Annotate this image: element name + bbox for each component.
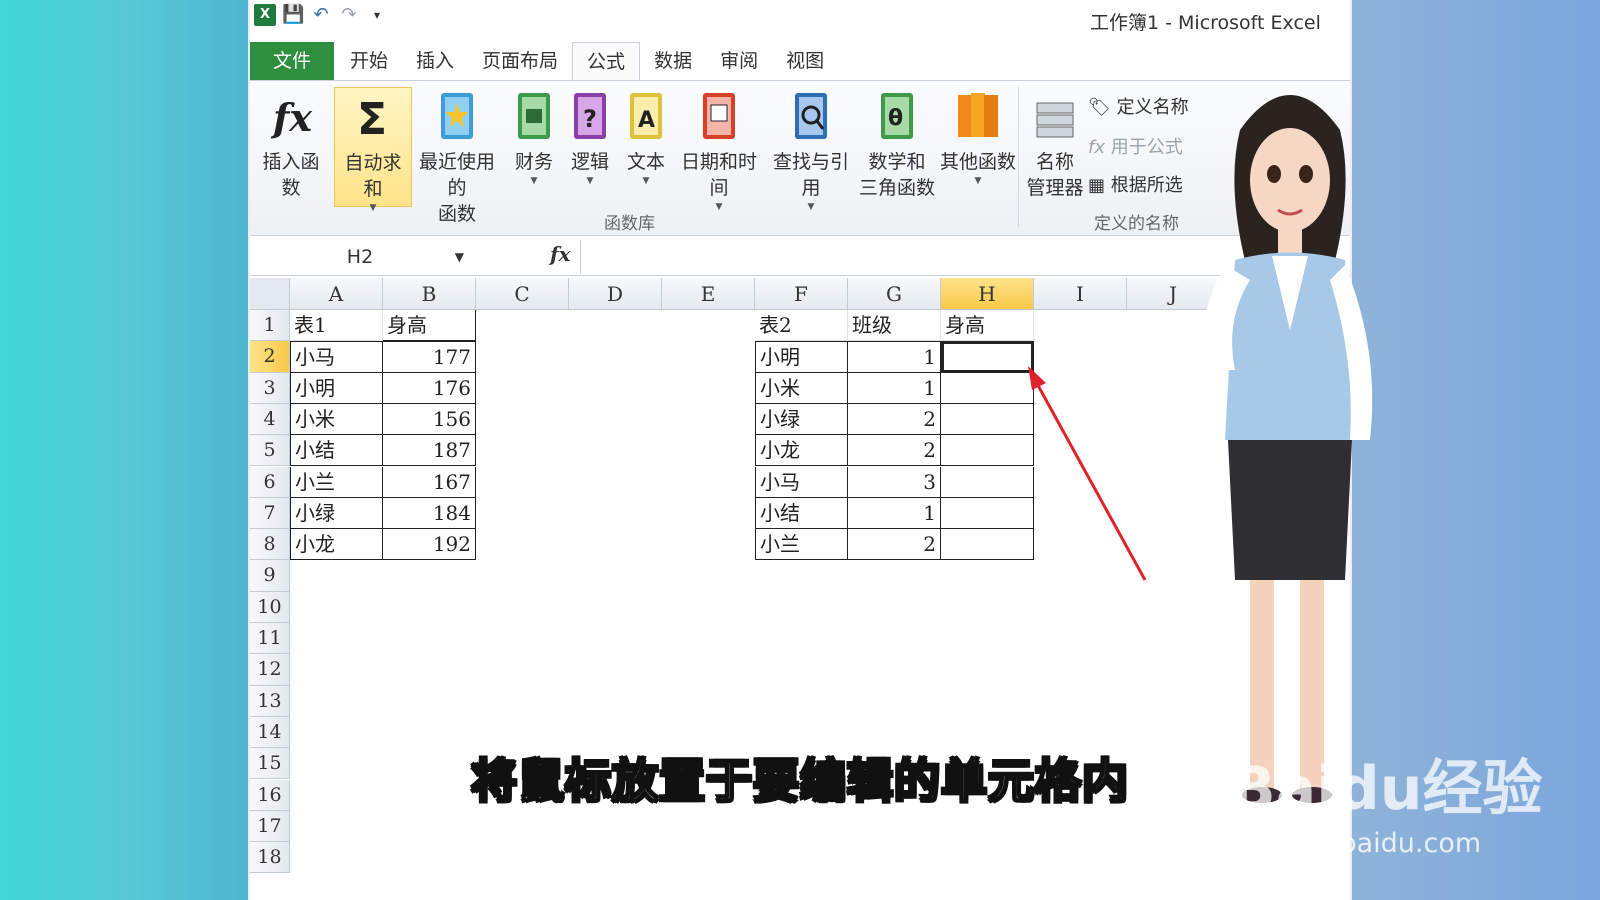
presenter-character (1202, 95, 1373, 803)
watermark-logo: Baidu经验 (1230, 754, 1543, 824)
watermark-url: jingyan.baidu.com (1232, 828, 1482, 859)
